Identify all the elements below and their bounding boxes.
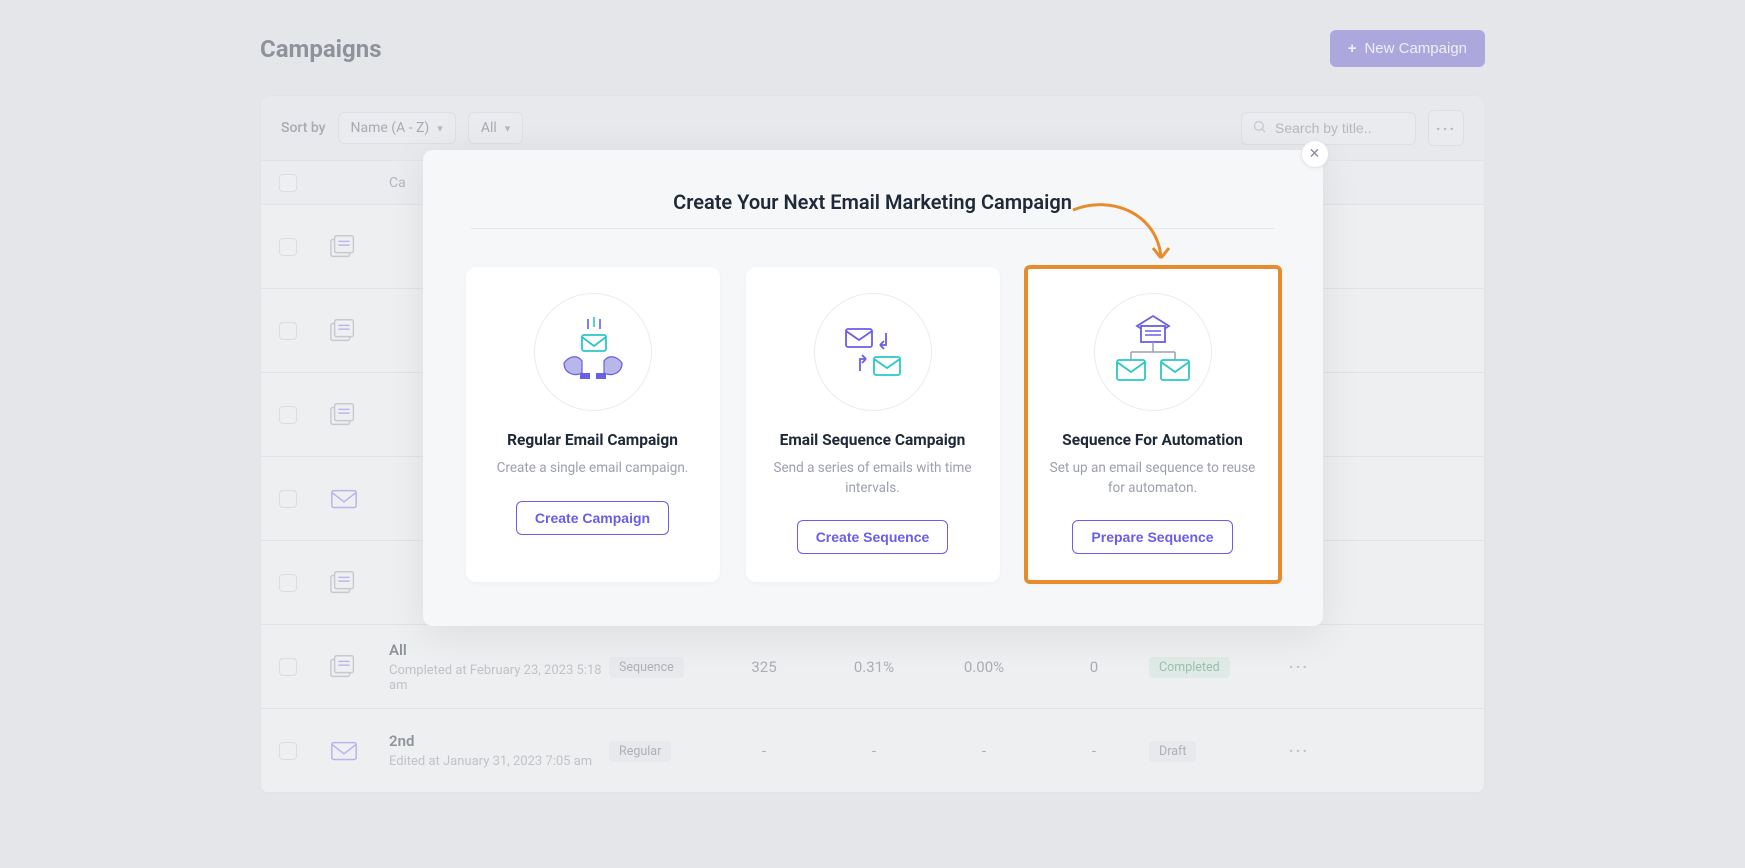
card-email-sequence: Email Sequence Campaign Send a series of… (746, 267, 1000, 582)
row-value: 325 (709, 658, 819, 676)
envelope-icon (329, 737, 359, 765)
row-value: 0 (1039, 658, 1149, 676)
close-icon: ✕ (1309, 146, 1321, 162)
sort-select-value: Name (A - Z) (351, 120, 430, 136)
page-title: Campaigns (260, 35, 382, 63)
stack-icon (329, 233, 359, 261)
row-title[interactable]: 2nd (389, 732, 609, 750)
new-campaign-button[interactable]: + New Campaign (1330, 30, 1485, 67)
envelope-icon (329, 485, 359, 513)
card-title: Sequence For Automation (1044, 431, 1262, 449)
stack-icon (329, 317, 359, 345)
toolbar-more-button[interactable]: ··· (1428, 110, 1464, 146)
row-value: - (1039, 742, 1149, 760)
modal-title: Create Your Next Email Marketing Campaig… (471, 190, 1275, 229)
row-value: - (819, 742, 929, 760)
row-checkbox[interactable] (279, 322, 297, 340)
sort-select[interactable]: Name (A - Z) ▾ (338, 112, 456, 144)
chevron-down-icon: ▾ (437, 122, 443, 135)
card-desc: Create a single email campaign. (484, 459, 702, 479)
row-value: - (709, 742, 819, 760)
filter-select[interactable]: All ▾ (468, 112, 523, 144)
status-badge: Completed (1149, 657, 1230, 678)
row-title[interactable]: All (389, 641, 609, 659)
row-checkbox[interactable] (279, 238, 297, 256)
row-checkbox[interactable] (279, 490, 297, 508)
row-value: - (929, 742, 1039, 760)
table-row: 2nd Edited at January 31, 2023 7:05 am R… (261, 709, 1484, 793)
create-campaign-button[interactable]: Create Campaign (516, 501, 669, 535)
sequence-emails-icon (832, 315, 914, 389)
row-tag: Regular (609, 741, 671, 762)
sort-by-label: Sort by (281, 120, 326, 136)
chevron-down-icon: ▾ (505, 122, 511, 135)
prepare-sequence-button[interactable]: Prepare Sequence (1072, 520, 1232, 554)
create-sequence-button[interactable]: Create Sequence (797, 520, 949, 554)
new-campaign-label: New Campaign (1364, 40, 1467, 57)
close-button[interactable]: ✕ (1301, 140, 1329, 168)
stack-icon (329, 653, 359, 681)
hands-email-icon (552, 315, 634, 389)
card-title: Regular Email Campaign (484, 431, 702, 449)
page-header: Campaigns + New Campaign (260, 30, 1485, 67)
row-value: 0.31% (819, 658, 929, 676)
row-subtitle: Edited at January 31, 2023 7:05 am (389, 754, 609, 769)
card-desc: Send a series of emails with time interv… (764, 459, 982, 498)
stack-icon (329, 401, 359, 429)
card-illustration (814, 293, 932, 411)
modal-cards: Regular Email Campaign Create a single e… (459, 267, 1287, 582)
card-regular-email: Regular Email Campaign Create a single e… (466, 267, 720, 582)
row-checkbox[interactable] (279, 658, 297, 676)
search-input[interactable] (1275, 120, 1405, 136)
automation-tree-icon (1109, 312, 1197, 392)
create-campaign-modal: ✕ Create Your Next Email Marketing Campa… (423, 150, 1323, 626)
card-illustration (1094, 293, 1212, 411)
search-icon (1252, 119, 1267, 138)
filter-select-value: All (481, 120, 497, 136)
row-value: 0.00% (929, 658, 1039, 676)
card-sequence-automation: Sequence For Automation Set up an email … (1026, 267, 1280, 582)
status-badge: Draft (1149, 741, 1196, 762)
row-more-button[interactable]: ··· (1269, 741, 1329, 760)
row-checkbox[interactable] (279, 406, 297, 424)
plus-icon: + (1348, 40, 1357, 57)
row-tag: Sequence (609, 657, 684, 678)
row-more-button[interactable]: ··· (1269, 657, 1329, 676)
card-title: Email Sequence Campaign (764, 431, 982, 449)
row-checkbox[interactable] (279, 574, 297, 592)
search-input-wrapper[interactable] (1241, 112, 1416, 145)
stack-icon (329, 569, 359, 597)
select-all-checkbox[interactable] (279, 174, 297, 192)
card-illustration (534, 293, 652, 411)
row-checkbox[interactable] (279, 742, 297, 760)
table-row: All Completed at February 23, 2023 5:18 … (261, 625, 1484, 709)
card-desc: Set up an email sequence to reuse for au… (1044, 459, 1262, 498)
row-subtitle: Completed at February 23, 2023 5:18 am (389, 663, 609, 693)
